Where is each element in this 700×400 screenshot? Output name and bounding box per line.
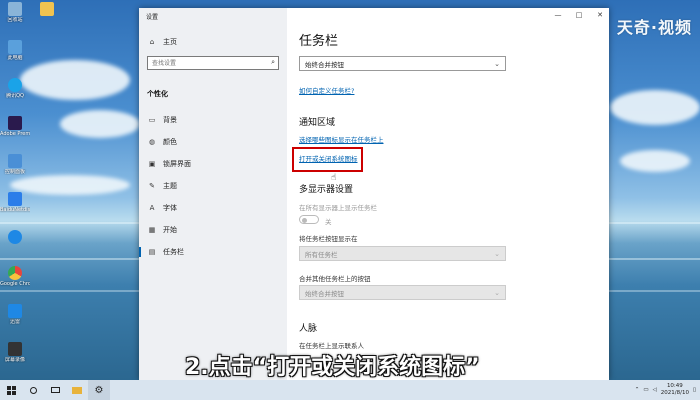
taskbar-icon: ▤ (148, 248, 156, 256)
watermark-logo: 天奇·视频 (616, 18, 692, 37)
search-icon (29, 386, 37, 394)
app-icon (8, 304, 22, 318)
folder-icon (72, 386, 82, 394)
recorder-icon (8, 342, 22, 356)
multi-buttons-select[interactable]: 所有任务栏 ⌄ (299, 246, 506, 261)
search-input[interactable] (148, 57, 266, 69)
multi-buttons-label: 将任务栏按钮显示在 (299, 235, 358, 243)
desktop-icon-1[interactable]: 腾讯QQ (0, 78, 30, 99)
network-icon[interactable]: ▭ (643, 387, 648, 393)
notification-icon[interactable]: ▯ (693, 387, 696, 393)
page-title: 任务栏 (299, 34, 339, 49)
nav-item-background[interactable]: ▭ 背景 (139, 112, 287, 128)
minimize-button[interactable]: — (551, 11, 565, 19)
search-button[interactable] (22, 380, 44, 400)
volume-icon[interactable]: ◁ (653, 387, 657, 393)
toggle-knob (302, 217, 307, 223)
desktop-icon-5[interactable] (0, 230, 30, 245)
desktop-icon-3[interactable]: 控制面板 (0, 154, 30, 175)
customize-taskbar-link[interactable]: 如何自定义任务栏? (299, 85, 354, 95)
nav-item-lockscreen[interactable]: ▣ 锁屏界面 (139, 156, 287, 172)
task-view-button[interactable] (44, 380, 66, 400)
desktop-icon-0[interactable]: 此电脑 (0, 40, 30, 61)
settings-sidebar: 设置 ⌂ 主页 ⌕ 个性化 ▭ 背景 ◍ 颜色 ▣ 锁屏界面 ✎ 主题 A 字体 (139, 8, 287, 380)
monitor-icon: ▣ (148, 160, 156, 168)
nav-item-themes[interactable]: ✎ 主题 (139, 178, 287, 194)
system-tray: ⌃ ▭ ◁ 10:49 2021/8/10 ▯ (635, 380, 696, 400)
desktop-icon-4[interactable]: BaiduNetdisk (0, 192, 30, 213)
notify-heading: 通知区域 (299, 118, 336, 128)
netdisk-icon (8, 192, 22, 206)
window-title: 设置 (146, 14, 159, 21)
nav-item-taskbar[interactable]: ▤ 任务栏 (139, 244, 287, 260)
chevron-down-icon: ⌄ (494, 288, 500, 297)
search-icon[interactable]: ⌕ (271, 58, 275, 67)
nav-item-colors[interactable]: ◍ 颜色 (139, 134, 287, 150)
taskbar: ⚙ ⌃ ▭ ◁ 10:49 2021/8/10 ▯ (0, 380, 700, 400)
nav-home[interactable]: ⌂ 主页 (139, 34, 287, 50)
chevron-down-icon: ⌄ (494, 249, 500, 258)
settings-window: 设置 ⌂ 主页 ⌕ 个性化 ▭ 背景 ◍ 颜色 ▣ 锁屏界面 ✎ 主题 A 字体 (139, 8, 609, 380)
gear-icon: ⚙ (94, 384, 104, 396)
xunlei-icon (8, 230, 22, 244)
home-icon: ⌂ (149, 38, 155, 46)
desktop-icon-6[interactable]: Google Chrome (0, 266, 30, 287)
maximize-button[interactable]: □ (572, 11, 586, 19)
task-view-icon (50, 387, 60, 393)
toggle-state-label: 关 (325, 218, 332, 226)
palette-icon: ◍ (148, 138, 156, 146)
settings-content: — □ ✕ 任务栏 始终合并按钮 ⌄ 如何自定义任务栏? 通知区域 选择哪些图标… (287, 8, 609, 380)
section-title: 个性化 (147, 90, 168, 98)
nav-item-start[interactable]: ▦ 开始 (139, 222, 287, 238)
subtitle-caption: 2.点击“打开或关闭系统图标” (185, 355, 480, 380)
premiere-icon (8, 116, 22, 130)
recycle-bin-icon (8, 2, 22, 16)
clock-time: 10:49 (666, 383, 683, 389)
settings-taskbar-button[interactable]: ⚙ (88, 380, 110, 400)
multi-combine-select[interactable]: 始终合并按钮 ⌄ (299, 285, 506, 300)
start-button[interactable] (0, 380, 22, 400)
select-icons-link[interactable]: 选择哪些图标显示在任务栏上 (299, 134, 384, 144)
chevron-up-icon[interactable]: ⌃ (635, 387, 640, 393)
desktop-icon-8[interactable]: 屏幕录像 (0, 342, 30, 363)
multi-display-heading: 多显示器设置 (299, 185, 354, 195)
brush-icon: ✎ (149, 182, 155, 190)
chrome-icon (8, 266, 22, 280)
clock[interactable]: 10:49 2021/8/10 (661, 383, 689, 397)
highlight-box (292, 147, 363, 172)
chevron-down-icon: ⌄ (494, 59, 500, 68)
desktop-icon-recycle-bin[interactable]: 回收站 (0, 2, 30, 23)
file-explorer-button[interactable] (66, 380, 88, 400)
settings-search[interactable]: ⌕ (147, 56, 279, 70)
multi-combine-label: 合并其他任务栏上的按钮 (299, 275, 371, 283)
font-icon: A (149, 204, 155, 212)
start-icon: ▦ (148, 226, 156, 234)
control-panel-icon (8, 154, 22, 168)
computer-icon (8, 40, 22, 54)
folder-icon (40, 2, 54, 16)
nav-item-fonts[interactable]: A 字体 (139, 200, 287, 216)
people-heading: 人脉 (299, 324, 318, 334)
multi-display-toggle[interactable] (299, 215, 319, 224)
windows-icon (6, 385, 16, 395)
qq-icon (8, 78, 22, 92)
desktop-icon-folder[interactable] (32, 2, 62, 17)
image-icon: ▭ (148, 116, 156, 124)
multi-show-label: 在所有显示器上显示任务栏 (299, 204, 377, 212)
clock-date: 2021/8/10 (660, 390, 689, 396)
desktop-icon-7[interactable]: 迅雷 (0, 304, 30, 325)
combine-buttons-select[interactable]: 始终合并按钮 ⌄ (299, 56, 506, 71)
desktop-icon-2[interactable]: Adobe Premiere (0, 116, 30, 137)
close-button[interactable]: ✕ (593, 11, 607, 19)
